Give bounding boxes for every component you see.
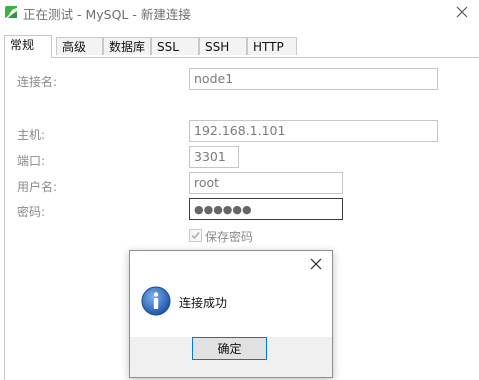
host-label: 主机: [17,128,46,142]
window-close-icon[interactable] [453,3,471,21]
username-label: 用户名: [17,180,58,194]
tab-label: 数据库 [109,40,146,54]
tab-label: SSL [157,40,179,54]
port-input[interactable]: 3301 [189,146,239,168]
tab-http[interactable]: HTTP [247,37,297,55]
password-mask: ●●●●●● [194,203,252,216]
connection-name-label: 连接名: [17,75,58,89]
save-password-checkbox[interactable] [189,229,202,242]
title-bar: 正在测试 - MySQL - 新建连接 [0,0,479,26]
tab-label: SSH [205,40,230,54]
host-input[interactable]: 192.168.1.101 [189,120,438,142]
connection-name-input[interactable]: node1 [189,68,438,90]
password-label: 密码: [17,205,46,219]
checkmark-icon [191,232,200,240]
connection-success-dialog: 连接成功 确定 [129,250,333,378]
tab-label: HTTP [253,40,284,54]
ok-button[interactable]: 确定 [192,337,267,360]
password-input[interactable]: ●●●●●● [189,198,343,220]
tab-label: 高级 [62,40,87,54]
ok-button-label: 确定 [217,342,242,356]
info-icon [141,286,171,316]
tab-label: 常规 [10,38,35,52]
tab-database[interactable]: 数据库 [103,37,151,55]
window-title: 正在测试 - MySQL - 新建连接 [23,7,191,22]
username-input[interactable]: root [189,172,343,194]
tab-ssl[interactable]: SSL [151,37,199,55]
tab-advanced[interactable]: 高级 [56,37,103,55]
tab-general[interactable]: 常规 [4,35,52,58]
save-password-label: 保存密码 [205,230,254,244]
navicat-app-icon [5,6,17,18]
dialog-body: 连接成功 [130,279,332,337]
dialog-message: 连接成功 [179,296,228,310]
dialog-title-bar [130,251,332,279]
tab-ssh[interactable]: SSH [199,37,247,55]
port-label: 端口: [17,154,46,168]
dialog-close-icon[interactable] [308,256,324,272]
